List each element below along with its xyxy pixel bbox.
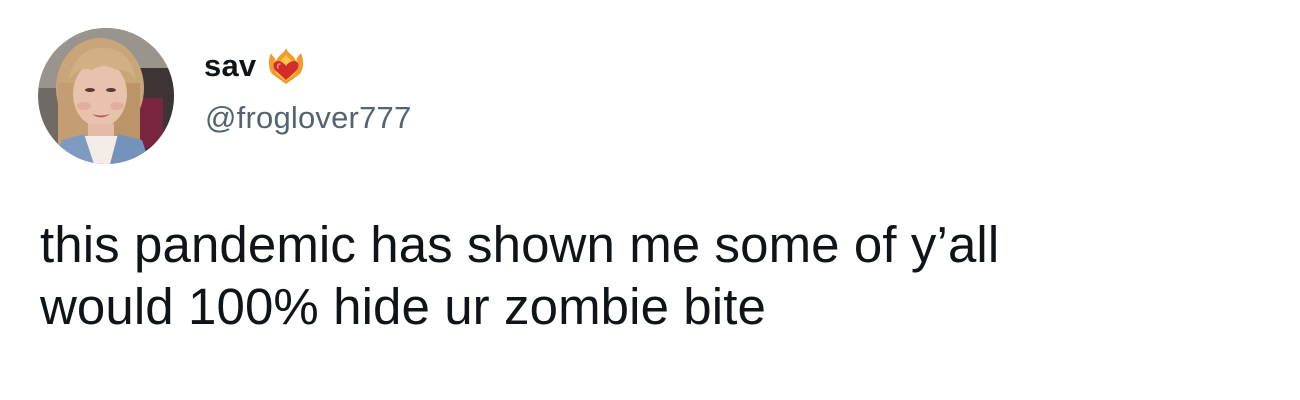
tweet-text-line: would 100% hide ur zombie bite xyxy=(40,278,766,335)
tweet-text-line: this pandemic has shown me some of y’all xyxy=(40,216,1000,273)
heart-on-fire-icon xyxy=(269,48,304,84)
author-name-row: sav xyxy=(204,44,306,88)
display-name[interactable]: sav xyxy=(204,48,256,84)
avatar[interactable] xyxy=(38,28,174,164)
avatar-image xyxy=(38,28,174,164)
tweet-text: this pandemic has shown me some of y’all… xyxy=(40,214,1280,338)
tweet-card: sav @froglover777 this pandemic has show… xyxy=(0,0,1300,400)
author-handle[interactable]: @froglover777 xyxy=(205,100,411,136)
